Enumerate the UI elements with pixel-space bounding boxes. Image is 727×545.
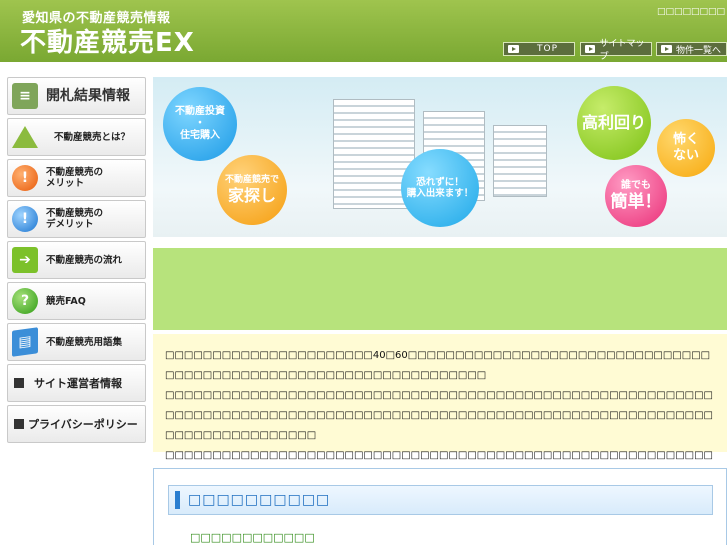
bubble-investment: 不動産投資 ・ 住宅購入 <box>163 87 237 161</box>
sidebar-item-what-is-auction[interactable]: 不動産競売とは？ <box>7 118 146 156</box>
play-icon <box>661 45 672 53</box>
nav-top-label: TOP <box>537 44 559 54</box>
square-icon <box>14 419 24 429</box>
sidebar-item-merits[interactable]: ! 不動産競売の メリット <box>7 159 146 197</box>
bubble-easy: 誰でも 簡単！ <box>605 165 667 227</box>
exclamation-icon: ! <box>12 206 38 232</box>
intro-text-box: □□□□□□□□□□□□□□□□□□□□□□40□60□□□□□□□□□□□□□… <box>153 334 727 501</box>
book-icon: ▤ <box>12 327 38 357</box>
bubble-no-fear: 恐れずに！ 購入出来ます！ <box>401 149 479 227</box>
sidebar-nav: ≡ 開札結果情報 不動産競売とは？ ! 不動産競売の メリット ! 不動産競売の… <box>7 77 146 446</box>
bubble-not-scary: 怖く ない <box>657 119 715 177</box>
sidebar-item-label: プライバシーポリシー <box>28 417 138 431</box>
document-icon: ≡ <box>12 83 38 109</box>
nav-property-list-label: 物件一覧へ <box>676 45 722 56</box>
sidebar-item-label: 不動産競売の デメリット <box>46 208 104 230</box>
building-image <box>493 125 547 197</box>
sidebar-item-label: 不動産競売の流れ <box>46 254 123 266</box>
panel-heading-text: □□□□□□□□□□ <box>188 492 331 508</box>
sidebar-item-label: 開札結果情報 <box>46 87 130 104</box>
square-icon <box>14 378 24 388</box>
sidebar-item-label: 不動産競売用語集 <box>46 336 123 348</box>
sidebar-item-label: 不動産競売とは？ <box>54 131 131 143</box>
sidebar-item-demerits[interactable]: ! 不動産競売の デメリット <box>7 200 146 238</box>
bubble-high-yield: 高利回り <box>577 86 651 160</box>
bubble-small-text: 不動産競売で <box>224 175 279 185</box>
nav-sitemap-label: サイトマップ <box>599 39 645 62</box>
question-icon: ? <box>12 288 38 314</box>
play-icon <box>508 45 519 53</box>
panel-link[interactable]: □□□□□□□□□□□□ <box>190 531 315 544</box>
sidebar-item-privacy-policy[interactable]: プライバシーポリシー <box>7 405 146 443</box>
bubble-small-text: 誰でも <box>621 179 651 191</box>
bubble-house-hunting: 不動産競売で 家探し <box>217 155 287 225</box>
bubble-big-text: 簡単！ <box>610 191 662 212</box>
sidebar-item-flow[interactable]: ➔ 不動産競売の流れ <box>7 241 146 279</box>
sidebar-item-label: 不動産競売の メリット <box>46 167 104 189</box>
nav-property-list-button[interactable]: 物件一覧へ <box>656 42 727 56</box>
intro-paragraph: □□□□□□□□□□□□□□□□□□□□□□40□60□□□□□□□□□□□□□… <box>165 350 711 381</box>
site-logo[interactable]: 不動産競売EX <box>20 22 195 59</box>
sidebar-item-faq[interactable]: ? 競売FAQ <box>7 282 146 320</box>
play-icon <box>585 45 596 53</box>
hero-banner: 不動産投資 ・ 住宅購入 不動産競売で 家探し 恐れずに！ 購入出来ます！ 高利… <box>153 77 727 237</box>
heading-accent-bar <box>175 491 180 509</box>
nav-sitemap-button[interactable]: サイトマップ <box>580 39 652 62</box>
sidebar-item-label: 競売FAQ <box>46 295 86 307</box>
sidebar-item-glossary[interactable]: ▤ 不動産競売用語集 <box>7 323 146 361</box>
header-top-right-text: □□□□□□□□ <box>656 7 725 17</box>
panel-heading: □□□□□□□□□□ <box>168 485 713 515</box>
green-banner-strip <box>153 248 727 330</box>
arrow-right-icon: ➔ <box>12 247 38 273</box>
intro-paragraph: □□□□□□□□□□□□□□□□□□□□□□□□□□□□□□□□□□□□□□□□… <box>165 390 713 441</box>
nav-top-button[interactable]: TOP <box>503 42 575 56</box>
house-question-icon <box>12 126 38 148</box>
bubble-big-text: 家探し <box>227 185 276 205</box>
site-header: 愛知県の不動産競売情報 不動産競売EX □□□□□□□□ TOP サイトマップ … <box>0 0 727 62</box>
content-panel: □□□□□□□□□□ □□□□□□□□□□□□ <box>153 468 727 545</box>
sidebar-item-label: サイト運営者情報 <box>34 376 122 390</box>
exclamation-icon: ! <box>12 165 38 191</box>
sidebar-item-operator-info[interactable]: サイト運営者情報 <box>7 364 146 402</box>
sidebar-item-auction-results[interactable]: ≡ 開札結果情報 <box>7 77 146 115</box>
